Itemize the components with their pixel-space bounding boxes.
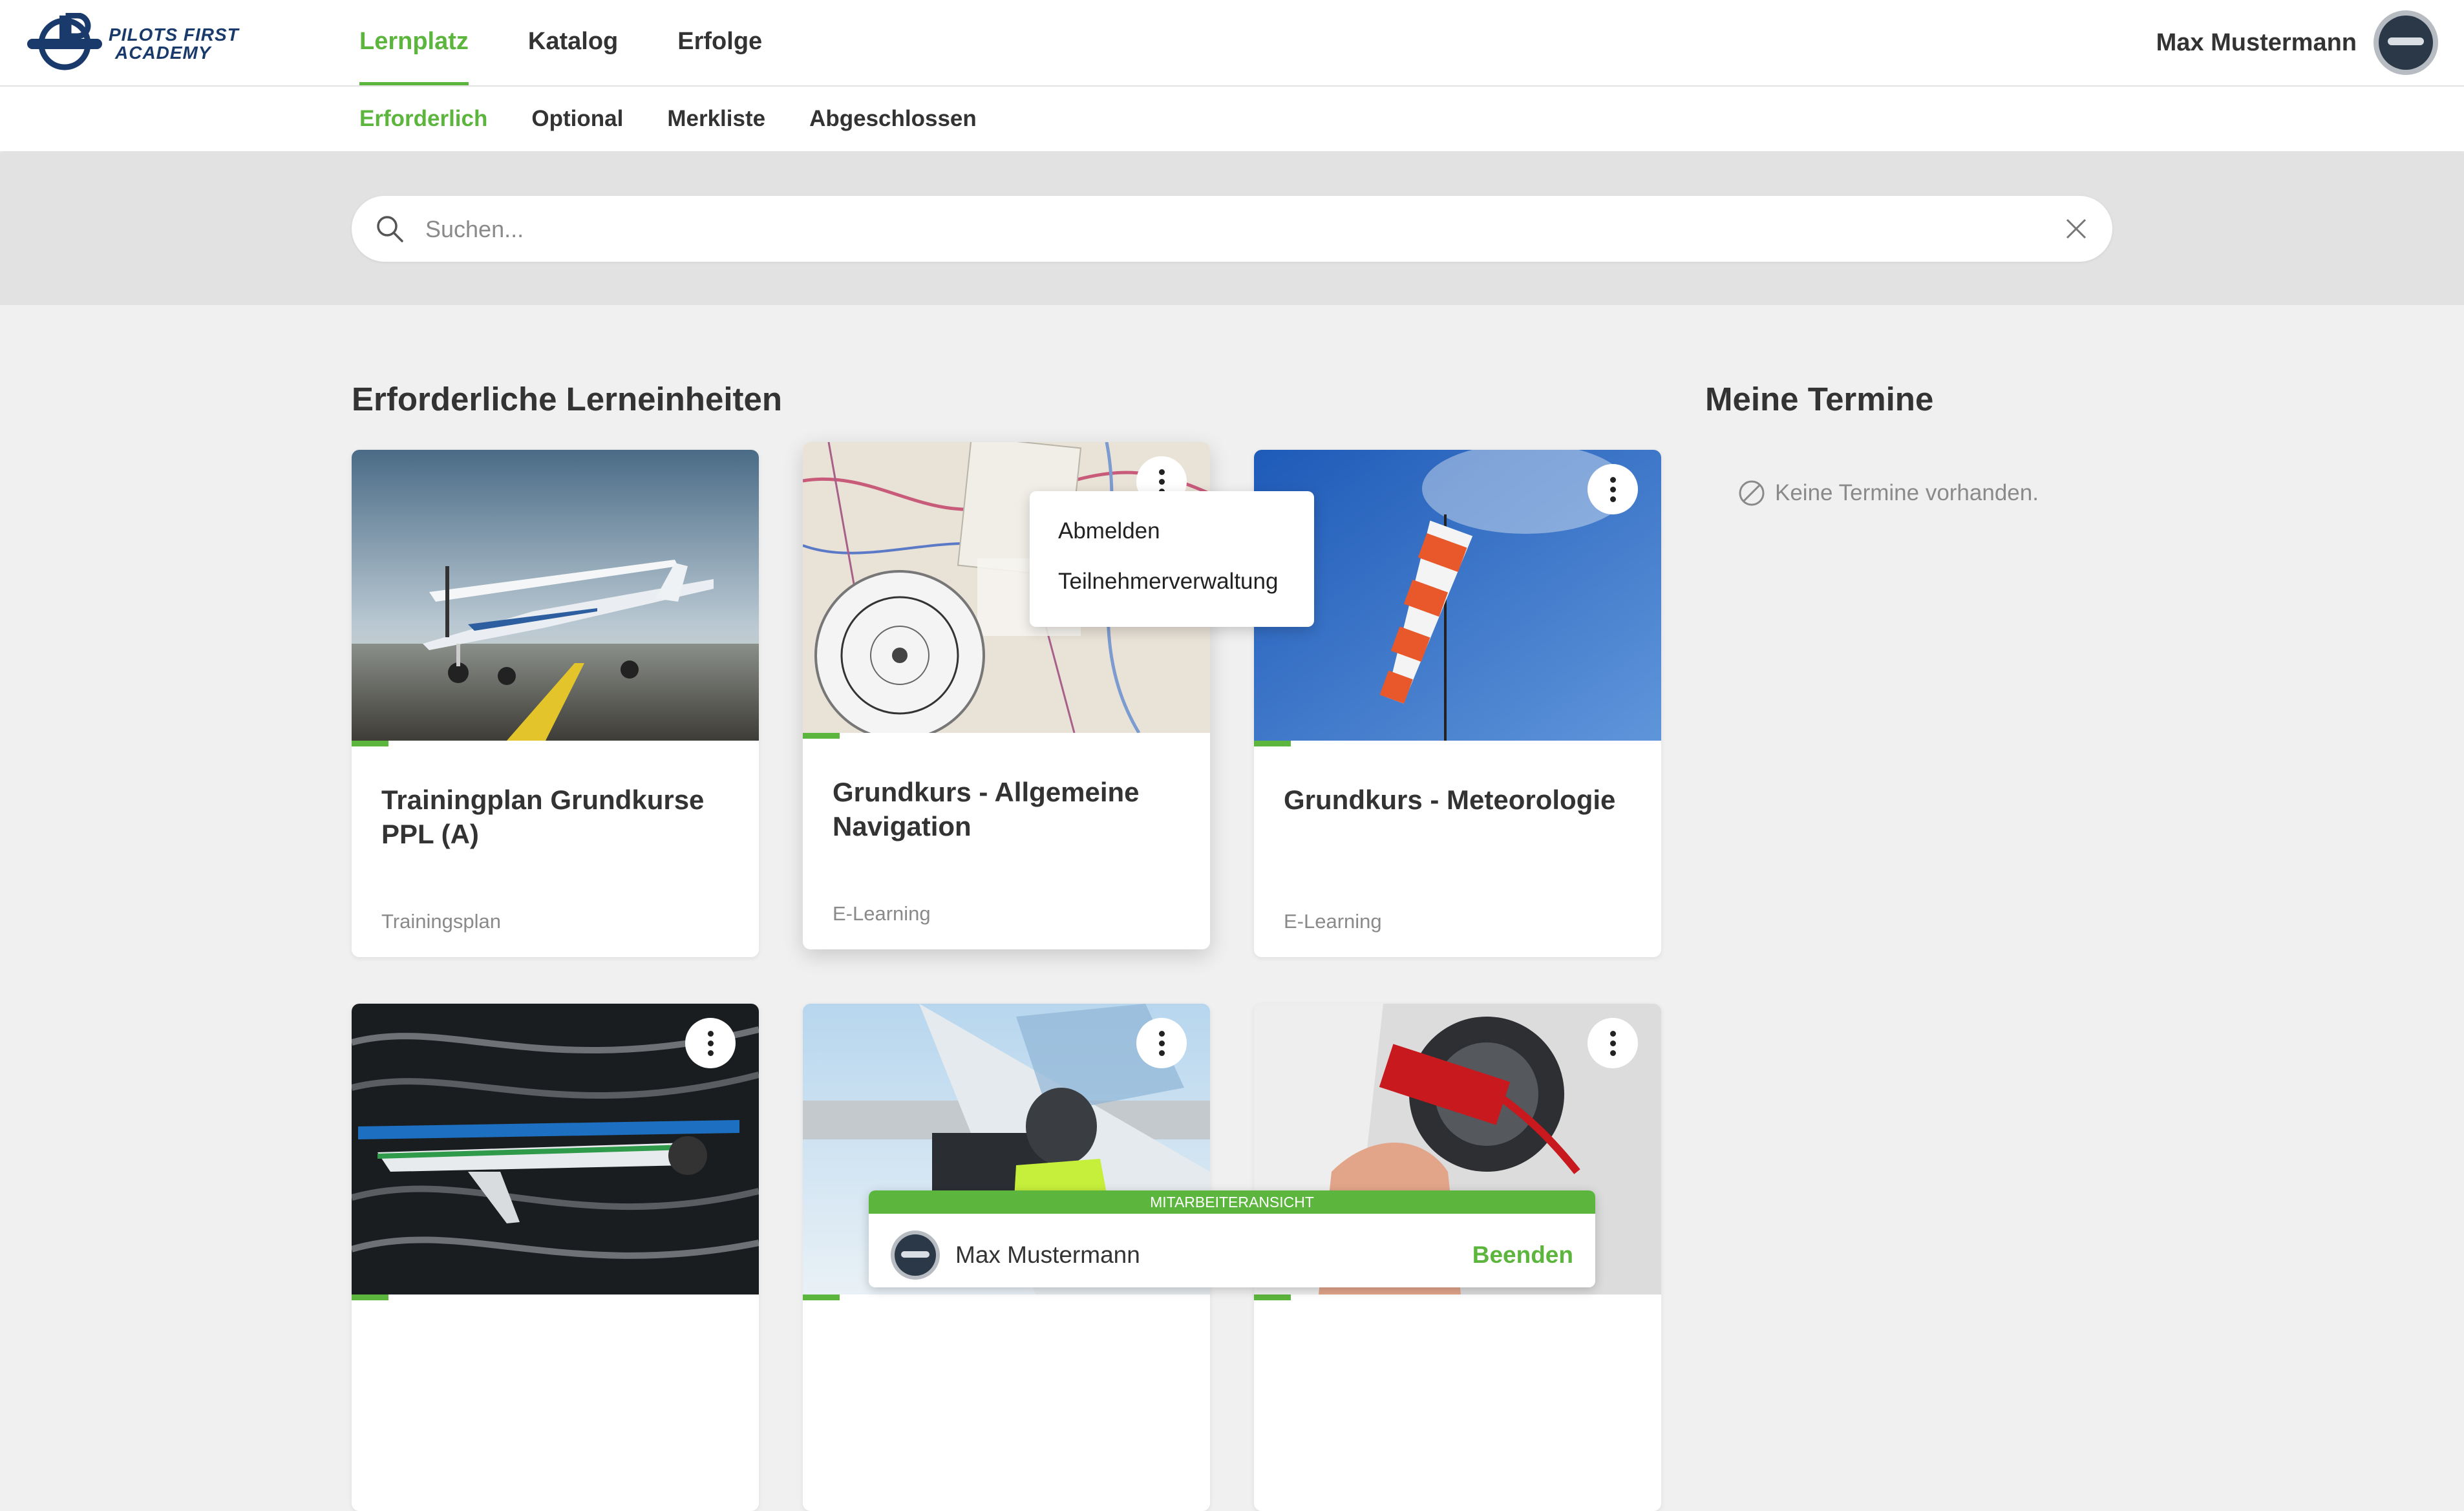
more-options-button[interactable] bbox=[1136, 1018, 1187, 1068]
card-type: E-Learning bbox=[833, 902, 931, 925]
sub-nav: Erforderlich Optional Merkliste Abgeschl… bbox=[0, 87, 2464, 151]
course-card[interactable]: Grundkurs - Meteorologie E-Learning bbox=[1254, 450, 1661, 957]
top-bar: PILOTS FIRST ACADEMY Lernplatz Katalog E… bbox=[0, 0, 2464, 87]
nav-lernplatz[interactable]: Lernplatz bbox=[359, 0, 469, 85]
search-input[interactable] bbox=[424, 209, 2017, 250]
tab-erforderlich[interactable]: Erforderlich bbox=[359, 106, 487, 132]
close-icon[interactable] bbox=[2063, 216, 2089, 242]
card-title[interactable]: Trainingplan Grundkurse PPL (A) bbox=[381, 783, 730, 851]
card-type: E-Learning bbox=[1284, 910, 1382, 933]
kebab-dot bbox=[1610, 487, 1616, 492]
course-card[interactable]: Trainingplan Grundkurse PPL (A) Training… bbox=[352, 450, 759, 957]
termine-title: Meine Termine bbox=[1705, 381, 1934, 417]
card-progress-bar bbox=[803, 733, 1210, 739]
academy-logo[interactable]: PILOTS FIRST ACADEMY bbox=[26, 13, 271, 72]
tab-abgeschlossen[interactable]: Abgeschlossen bbox=[809, 106, 977, 132]
main-nav: Lernplatz Katalog Erfolge bbox=[359, 0, 822, 87]
tab-optional[interactable]: Optional bbox=[531, 106, 623, 132]
logo-emblem-icon bbox=[27, 13, 102, 70]
search-band bbox=[0, 153, 2464, 305]
kebab-dot bbox=[708, 1050, 714, 1056]
nav-erfolge[interactable]: Erfolge bbox=[677, 0, 762, 85]
staff-view-bar: MITARBEITERANSICHT Max Mustermann Beende… bbox=[869, 1190, 1595, 1287]
kebab-dot bbox=[708, 1041, 714, 1046]
card-progress-bar bbox=[352, 741, 759, 746]
termine-empty-text: Keine Termine vorhanden. bbox=[1775, 480, 2039, 505]
avatar bbox=[891, 1231, 940, 1280]
termine-empty-state: Keine Termine vorhanden. bbox=[1737, 477, 2039, 509]
flugschule-avatar-icon bbox=[895, 1234, 936, 1276]
card-progress-bar bbox=[1254, 741, 1661, 746]
more-options-button[interactable] bbox=[1588, 1018, 1638, 1068]
kebab-dot bbox=[1610, 477, 1616, 483]
logo-line-1: PILOTS FIRST bbox=[109, 25, 239, 45]
card-type: Trainingsplan bbox=[381, 910, 501, 933]
card-image-wind-tunnel bbox=[352, 1004, 759, 1294]
nav-katalog[interactable]: Katalog bbox=[528, 0, 618, 85]
sub-nav-items: Erforderlich Optional Merkliste Abgeschl… bbox=[359, 87, 1021, 151]
menu-item-teilnehmerverwaltung[interactable]: Teilnehmerverwaltung bbox=[1058, 569, 1278, 595]
card-title[interactable]: Grundkurs - Meteorologie bbox=[1284, 783, 1633, 817]
kebab-dot bbox=[1159, 469, 1165, 475]
card-progress-fill bbox=[803, 733, 840, 739]
card-title[interactable]: Grundkurs - Allgemeine Navigation bbox=[833, 775, 1182, 843]
more-options-button[interactable] bbox=[1588, 464, 1638, 514]
kebab-dot bbox=[1159, 479, 1165, 485]
section-title: Erforderliche Lerneinheiten bbox=[352, 381, 782, 417]
card-image-aircraft-on-runway bbox=[352, 450, 759, 741]
user-menu[interactable]: Max Mustermann bbox=[2156, 10, 2438, 75]
staff-view-banner: MITARBEITERANSICHT bbox=[869, 1190, 1595, 1214]
search-bar[interactable] bbox=[352, 196, 2112, 262]
menu-item-abmelden[interactable]: Abmelden bbox=[1058, 518, 1160, 544]
search-icon bbox=[377, 216, 403, 242]
card-context-menu: Abmelden Teilnehmerverwaltung bbox=[1030, 491, 1314, 627]
staff-view-user-name: Max Mustermann bbox=[955, 1242, 1140, 1268]
end-staff-view-button[interactable]: Beenden bbox=[1472, 1236, 1573, 1274]
kebab-dot bbox=[1610, 1041, 1616, 1046]
kebab-dot bbox=[1159, 1041, 1165, 1046]
tab-merkliste[interactable]: Merkliste bbox=[667, 106, 765, 132]
user-name[interactable]: Max Mustermann bbox=[2156, 29, 2357, 57]
course-card[interactable] bbox=[352, 1004, 759, 1511]
logo-text: PILOTS FIRST ACADEMY bbox=[109, 26, 239, 62]
kebab-dot bbox=[708, 1031, 714, 1037]
kebab-dot bbox=[1159, 1050, 1165, 1056]
kebab-dot bbox=[1610, 1031, 1616, 1037]
more-options-button[interactable] bbox=[685, 1018, 736, 1068]
avatar[interactable] bbox=[2374, 10, 2438, 75]
logo-line-2: ACADEMY bbox=[115, 43, 211, 63]
card-progress-fill bbox=[352, 741, 388, 746]
flugschule-avatar-icon bbox=[2379, 16, 2433, 70]
kebab-dot bbox=[1610, 496, 1616, 502]
card-image-windsock bbox=[1254, 450, 1661, 741]
card-progress-fill bbox=[1254, 741, 1291, 746]
no-entry-icon bbox=[1739, 480, 1765, 506]
aircraft-on-runway-image bbox=[352, 450, 759, 741]
kebab-dot bbox=[1610, 1050, 1616, 1056]
kebab-dot bbox=[1159, 1031, 1165, 1037]
